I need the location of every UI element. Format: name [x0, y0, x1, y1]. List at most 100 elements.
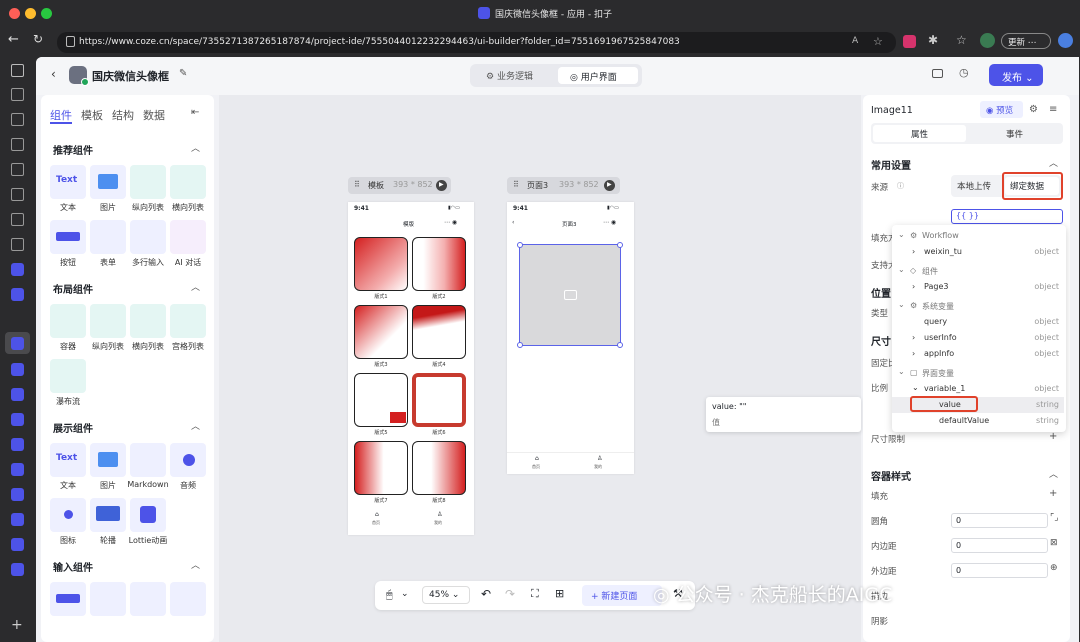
- template-tile[interactable]: [354, 237, 408, 291]
- resize-handle[interactable]: [517, 242, 523, 248]
- component-text[interactable]: Text: [50, 165, 86, 199]
- add-icon[interactable]: +: [1049, 488, 1057, 499]
- coze-tab-icon[interactable]: [11, 438, 24, 451]
- tab-icon[interactable]: [11, 163, 24, 176]
- resize-handle[interactable]: [517, 342, 523, 348]
- component-horizontal-list[interactable]: [130, 304, 166, 338]
- component-icon[interactable]: [50, 498, 86, 532]
- coze-tab-icon[interactable]: [11, 388, 24, 401]
- page3-phone-frame[interactable]: 9:41 ▮◠▭ ‹ 页面3 ⋯ ◉ ⌂ ♙ 首页 我的: [507, 202, 634, 474]
- component-grid-list[interactable]: [170, 304, 206, 338]
- template-tile[interactable]: [412, 305, 466, 359]
- preview-button[interactable]: ◉ 预览: [980, 101, 1023, 118]
- fit-screen-icon[interactable]: ⛶: [531, 587, 539, 601]
- dropdown-item[interactable]: › userInfo object: [892, 330, 1064, 346]
- chevron-up-icon[interactable]: ︿: [191, 280, 200, 293]
- close-window-button[interactable]: [9, 8, 20, 19]
- margin-input[interactable]: 0: [951, 563, 1048, 578]
- chevron-up-icon[interactable]: ︿: [191, 141, 200, 154]
- publish-button[interactable]: 发布 ⌄: [989, 64, 1043, 86]
- chevron-down-icon[interactable]: ⌄: [401, 589, 409, 599]
- tab-icon[interactable]: [11, 113, 24, 126]
- tab-data[interactable]: 数据: [143, 107, 165, 123]
- sidebar-toggle-icon[interactable]: [11, 64, 24, 77]
- coze-tab-icon[interactable]: [11, 513, 24, 526]
- template-tile[interactable]: [412, 373, 466, 427]
- template-tile[interactable]: [412, 441, 466, 495]
- margin-icon[interactable]: ⊕: [1050, 563, 1058, 573]
- resize-handle[interactable]: [617, 342, 623, 348]
- tab-properties[interactable]: 属性: [873, 125, 966, 142]
- tab-icon[interactable]: [11, 238, 24, 251]
- tab-user-interface[interactable]: ◎ 用户界面: [558, 67, 638, 84]
- dropdown-item[interactable]: query object: [892, 314, 1064, 330]
- drag-handle-icon[interactable]: ⠿: [354, 180, 360, 189]
- new-page-button[interactable]: + 新建页面: [582, 585, 662, 606]
- component-text[interactable]: Text: [50, 443, 86, 477]
- coze-tab-icon[interactable]: [11, 488, 24, 501]
- dropdown-item[interactable]: ⌄ variable_1 object: [892, 381, 1064, 397]
- coze-tab-icon[interactable]: [11, 263, 24, 276]
- corner-icon[interactable]: ⌜⌟: [1050, 513, 1058, 523]
- coze-tab-icon[interactable]: [11, 563, 24, 576]
- component-input[interactable]: [170, 582, 206, 616]
- component-waterfall[interactable]: [50, 359, 86, 393]
- more-menu-icon[interactable]: ≡: [1049, 104, 1057, 115]
- site-info-icon[interactable]: [66, 36, 75, 47]
- coze-tab-icon[interactable]: [11, 288, 24, 301]
- update-button[interactable]: 更新 ⋯: [1001, 33, 1051, 49]
- frame-header-page3[interactable]: ⠿ 页面3 393 * 852 ▶: [507, 177, 620, 194]
- tab-icon[interactable]: [11, 88, 24, 101]
- settings-icon[interactable]: ⚙: [1029, 104, 1038, 115]
- group-components[interactable]: ⌄ ◇ 组件: [892, 263, 1064, 279]
- drag-handle-icon[interactable]: ⠿: [513, 180, 519, 189]
- group-ui-variables[interactable]: ⌄ ▢ 界面变量: [892, 365, 1064, 381]
- undo-icon[interactable]: ↶: [481, 587, 491, 601]
- star-icon[interactable]: ☆: [873, 35, 883, 48]
- reload-icon[interactable]: ↻: [33, 32, 43, 46]
- chevron-up-icon[interactable]: ︿: [191, 419, 200, 432]
- component-container[interactable]: [50, 304, 86, 338]
- template-phone-frame[interactable]: 9:41 ▮◠▭ 模版 ⋯ ◉ 版式1 版式2 版式3 版式4 版式5 版式6 …: [348, 202, 474, 535]
- tab-structure[interactable]: 结构: [112, 107, 134, 123]
- bind-expression-input[interactable]: {{ }}: [951, 209, 1063, 224]
- tab-templates[interactable]: 模板: [81, 107, 103, 123]
- chevron-up-icon[interactable]: ︿: [191, 558, 200, 571]
- component-input[interactable]: [90, 582, 126, 616]
- radius-input[interactable]: 0: [951, 513, 1048, 528]
- canvas[interactable]: ⠿ 模板 393 * 852 ▶ 9:41 ▮◠▭ 模版 ⋯ ◉ 版式1 版式2…: [219, 95, 861, 642]
- component-input[interactable]: [130, 582, 166, 616]
- favorites-icon[interactable]: ☆: [956, 33, 967, 47]
- redo-icon[interactable]: ↷: [505, 587, 515, 601]
- padding-input[interactable]: 0: [951, 538, 1048, 553]
- template-tile[interactable]: [354, 373, 408, 427]
- edit-icon[interactable]: ✎: [179, 68, 187, 79]
- component-form[interactable]: [90, 220, 126, 254]
- copilot-icon[interactable]: [1058, 33, 1073, 48]
- component-carousel[interactable]: [90, 498, 126, 532]
- image11-placeholder[interactable]: [517, 242, 623, 348]
- resize-handle[interactable]: [617, 242, 623, 248]
- history-icon[interactable]: ◷: [959, 66, 969, 79]
- template-tile[interactable]: [354, 441, 408, 495]
- play-icon[interactable]: ▶: [436, 180, 447, 191]
- tab-business-logic[interactable]: ⚙ 业务逻辑: [486, 69, 533, 82]
- tab-components[interactable]: 组件: [50, 107, 72, 123]
- group-workflow[interactable]: ⌄ ⚙ Workflow: [892, 228, 1064, 244]
- component-textarea[interactable]: [130, 220, 166, 254]
- dropdown-item[interactable]: defaultValue string: [892, 413, 1064, 429]
- tab-events[interactable]: 事件: [968, 125, 1061, 142]
- grid-icon[interactable]: ⊞: [555, 587, 564, 600]
- coze-tab-icon[interactable]: [11, 463, 24, 476]
- coze-tab-icon[interactable]: [11, 413, 24, 426]
- component-vertical-list[interactable]: [130, 165, 166, 199]
- collapse-panel-icon[interactable]: ⇤: [191, 107, 199, 118]
- coze-tab-icon[interactable]: [11, 363, 24, 376]
- padding-icon[interactable]: ⊠: [1050, 538, 1058, 548]
- source-local-upload[interactable]: 本地上传: [957, 180, 991, 192]
- back-arrow-icon[interactable]: ‹: [51, 67, 56, 81]
- puzzle-icon[interactable]: ✱: [928, 33, 938, 47]
- component-markdown[interactable]: [130, 443, 166, 477]
- profile-avatar[interactable]: [980, 33, 995, 48]
- component-audio[interactable]: [170, 443, 206, 477]
